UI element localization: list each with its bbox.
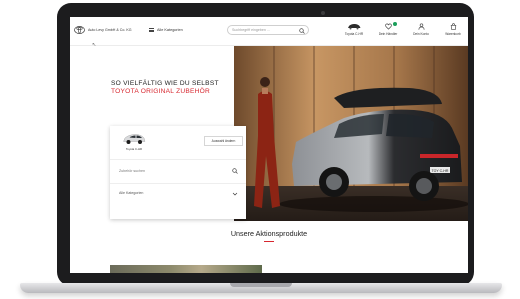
accessory-search-input[interactable]: Zubehör suchen (119, 169, 145, 173)
header-car-button[interactable]: Toyota C-HR (342, 23, 366, 43)
account-label: Dein Konto (413, 32, 429, 36)
header-cart-button[interactable]: Warenkorb (442, 23, 464, 43)
search-field[interactable]: Suchbegriff eingeben ... (227, 25, 309, 35)
hero-title: SO VIELFÄLTIG WIE DU SELBST TOYOTA ORIGI… (111, 80, 219, 97)
search-icon[interactable] (299, 27, 305, 34)
search-icon[interactable] (232, 168, 238, 174)
header-dealer-button[interactable]: Dein Händler (378, 22, 398, 43)
menu-icon[interactable] (149, 28, 154, 32)
heart-icon (384, 23, 392, 30)
dealer-label: Dein Händler (378, 32, 398, 36)
status-badge (393, 22, 397, 26)
promotion-image[interactable] (110, 265, 262, 273)
vehicle-selector-card: Toyota C-HR Auswahl ändern Zubehör suche… (110, 126, 246, 219)
chevron-down-icon (232, 192, 238, 196)
cart-icon (450, 23, 456, 30)
categories-menu[interactable]: Alle Kategorien (157, 28, 183, 32)
category-select[interactable]: Alle Kategorien (110, 184, 246, 204)
car-thumbnail (123, 134, 146, 144)
promotions-heading: Unsere Aktionsprodukte (230, 229, 308, 238)
search-input[interactable]: Suchbegriff eingeben ... (232, 28, 270, 32)
browser-viewport: Auto Levy GmbH & Co. KG Alle Kategorien … (70, 17, 468, 273)
user-icon (418, 23, 424, 30)
site-header: Auto Levy GmbH & Co. KG Alle Kategorien … (70, 17, 468, 46)
laptop-notch (230, 283, 292, 287)
toyota-logo[interactable] (74, 26, 85, 34)
car-icon (348, 24, 361, 30)
mouse-cursor-icon: ↖ (92, 42, 97, 48)
license-plate: TOY C-HR (432, 169, 449, 173)
change-vehicle-button[interactable]: Auswahl ändern (204, 136, 243, 146)
car-label: Toyota C-HR (344, 32, 364, 36)
selected-car-name: Toyota C-HR (126, 147, 143, 151)
dealer-name: Auto Levy GmbH & Co. KG (88, 28, 132, 32)
laptop-mockup: Auto Levy GmbH & Co. KG Alle Kategorien … (0, 0, 520, 299)
category-select-value: Alle Kategorien (119, 191, 144, 195)
accessory-search-field[interactable]: Zubehör suchen (110, 160, 246, 183)
hero-image: TOY C-HR (234, 46, 468, 221)
cart-label: Warenkorb (445, 32, 461, 36)
webcam (321, 11, 325, 15)
hero-line-2: TOYOTA ORIGINAL ZUBEHÖR (111, 88, 211, 96)
header-account-button[interactable]: Dein Konto (411, 23, 431, 43)
heading-underline (264, 241, 274, 242)
